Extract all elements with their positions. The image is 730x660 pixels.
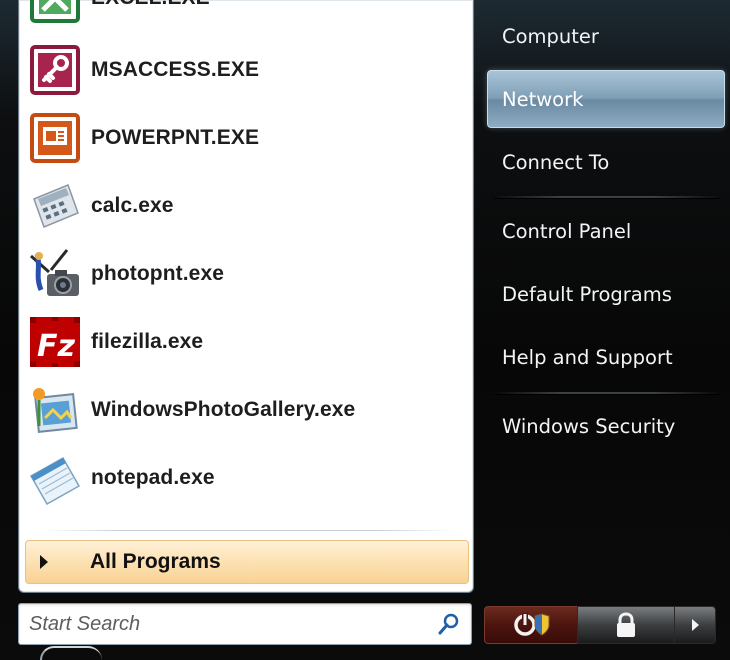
divider [41, 530, 457, 531]
photo-gallery-icon [27, 382, 83, 438]
program-item-filezilla[interactable]: Fz filezilla.exe [27, 310, 463, 374]
menu-item-connect-to[interactable]: Connect To [488, 136, 724, 188]
menu-item-control-panel[interactable]: Control Panel [488, 205, 724, 257]
search-box[interactable] [18, 603, 472, 645]
menu-item-label: Control Panel [502, 219, 632, 243]
program-item-powerpoint[interactable]: POWERPNT.EXE [27, 106, 463, 170]
program-label: calc.exe [91, 194, 174, 217]
program-label: notepad.exe [91, 466, 215, 489]
divider [494, 196, 720, 199]
lock-button[interactable] [577, 606, 675, 644]
all-programs-label: All Programs [90, 550, 221, 573]
powerpoint-icon [27, 110, 83, 166]
shutdown-button[interactable] [484, 606, 578, 644]
program-label: EXCEL.EXE [91, 0, 210, 10]
shutdown-shield-icon [514, 613, 550, 636]
program-item-notepad[interactable]: notepad.exe [27, 446, 463, 510]
program-item-calc[interactable]: calc.exe [27, 174, 463, 238]
power-options-button[interactable] [674, 606, 716, 644]
start-orb-edge [40, 646, 102, 660]
pinned-programs-pane: EXCEL.EXE MSACCESS.EXE [18, 0, 474, 593]
calculator-icon [27, 178, 83, 234]
divider [494, 392, 720, 395]
menu-item-label: Default Programs [502, 282, 672, 306]
all-programs-button[interactable]: All Programs [25, 540, 469, 584]
search-input[interactable] [29, 610, 429, 638]
program-label: POWERPNT.EXE [91, 126, 260, 149]
program-item-excel[interactable]: EXCEL.EXE [27, 0, 463, 30]
menu-item-computer[interactable]: Computer [488, 10, 724, 62]
search-icon[interactable] [437, 612, 461, 636]
program-item-photogallery[interactable]: WindowsPhotoGallery.exe [27, 378, 463, 442]
menu-item-help-and-support[interactable]: Help and Support [488, 331, 724, 383]
program-label: MSACCESS.EXE [91, 58, 260, 81]
lock-icon [617, 612, 635, 637]
menu-item-label: Computer [502, 24, 599, 48]
menu-item-label: Network [502, 87, 584, 111]
photo-camera-icon [27, 246, 83, 302]
program-label: WindowsPhotoGallery.exe [91, 398, 356, 421]
menu-item-windows-security[interactable]: Windows Security [488, 400, 724, 452]
menu-item-label: Connect To [502, 150, 610, 174]
svg-text:Fz: Fz [37, 329, 75, 364]
menu-item-network[interactable]: Network [487, 70, 725, 128]
menu-item-label: Windows Security [502, 414, 676, 438]
start-menu: EXCEL.EXE MSACCESS.EXE [0, 0, 730, 660]
program-label: photopnt.exe [91, 262, 225, 285]
program-item-msaccess[interactable]: MSACCESS.EXE [27, 38, 463, 102]
menu-item-default-programs[interactable]: Default Programs [488, 268, 724, 320]
notepad-icon [27, 450, 83, 506]
filezilla-icon: Fz [27, 314, 83, 370]
program-item-photopnt[interactable]: photopnt.exe [27, 242, 463, 306]
excel-icon [27, 0, 83, 26]
program-label: filezilla.exe [91, 330, 204, 353]
arrow-right-icon [692, 619, 699, 631]
arrow-right-icon [40, 555, 48, 569]
access-icon [27, 42, 83, 98]
menu-item-label: Help and Support [502, 345, 673, 369]
